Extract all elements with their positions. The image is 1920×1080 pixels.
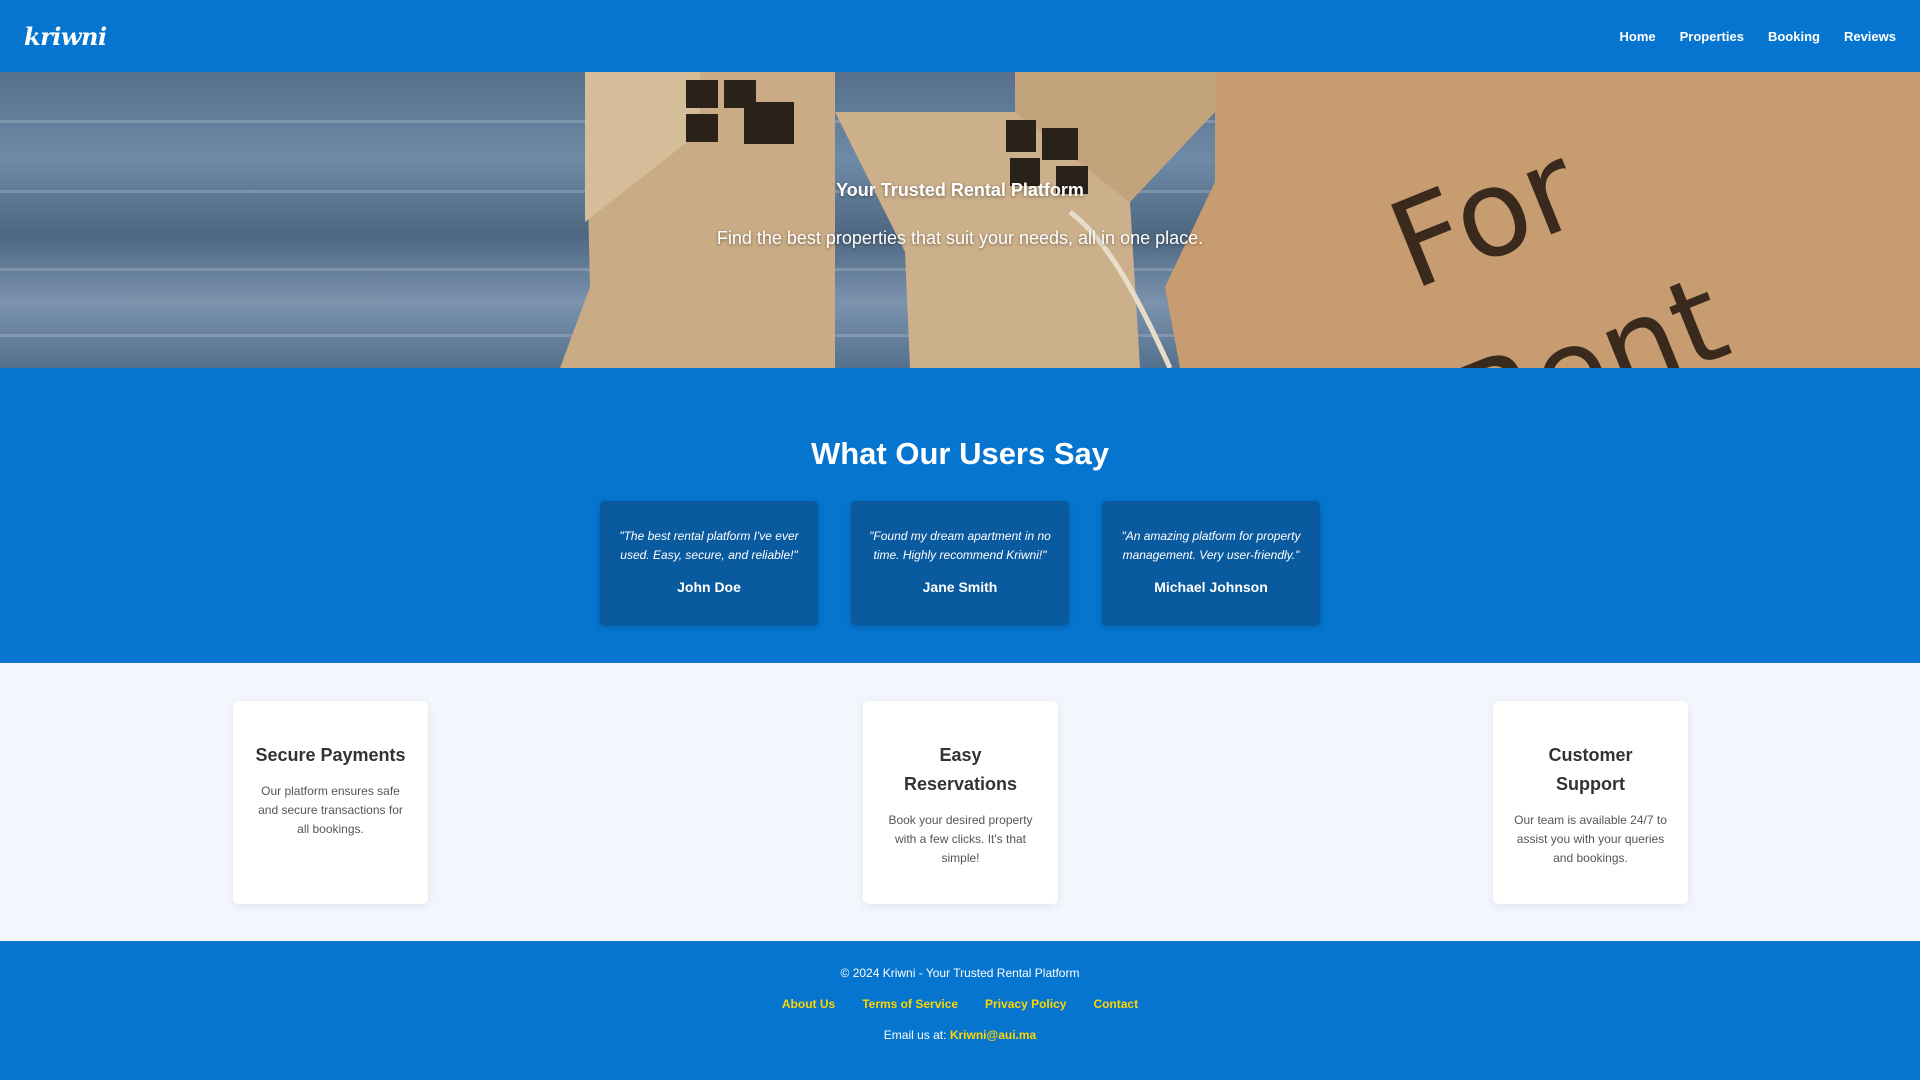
main-nav: Home Properties Booking Reviews <box>1620 29 1896 44</box>
feature-description: Our team is available 24/7 to assist you… <box>1514 813 1667 865</box>
testimonials-heading: What Our Users Say <box>810 436 1110 471</box>
nav-properties-link[interactable]: Properties <box>1680 29 1744 44</box>
feature-description: Our platform ensures safe and secure tra… <box>258 784 403 836</box>
testimonial-author: Jane Smith <box>922 579 998 595</box>
feature-card-secure-payments: Secure Payments Our platform ensures saf… <box>233 701 428 904</box>
hero-banner: For Rent Your Trusted Rental Platform Fi… <box>0 72 1920 368</box>
nav-reviews-link[interactable]: Reviews <box>1844 29 1896 44</box>
testimonials-section: What Our Users Say "The best rental plat… <box>0 368 1920 663</box>
footer-links: About Us Terms of Service Privacy Policy… <box>0 997 1920 1011</box>
testimonial-quote: "An amazing platform for property manage… <box>1121 529 1301 562</box>
email-link[interactable]: Kriwni@aui.ma <box>950 1028 1036 1042</box>
testimonial-author: Michael Johnson <box>1154 579 1268 595</box>
footer-contact-link[interactable]: Contact <box>1093 997 1138 1011</box>
feature-card-easy-reservations: Easy Reservations Book your desired prop… <box>863 701 1058 904</box>
footer-email-line: Email us at: Kriwni@aui.ma <box>0 1028 1920 1042</box>
site-header: kriwni Home Properties Booking Reviews <box>0 0 1920 72</box>
features-section: Secure Payments Our platform ensures saf… <box>0 663 1920 941</box>
testimonial-author: John Doe <box>677 579 741 595</box>
feature-description: Book your desired property with a few cl… <box>888 813 1033 865</box>
testimonial-quote: "The best rental platform I've ever used… <box>619 529 799 562</box>
hero-title: Your Trusted Rental Platform <box>836 180 1084 200</box>
feature-title: Secure Payments <box>255 745 406 765</box>
footer-terms-link[interactable]: Terms of Service <box>862 997 958 1011</box>
feature-title: Easy Reservations <box>903 745 1018 794</box>
testimonial-card: "The best rental platform I've ever used… <box>600 501 818 625</box>
copyright-text: © 2024 Kriwni - Your Trusted Rental Plat… <box>840 966 1080 980</box>
nav-home-link[interactable]: Home <box>1620 29 1656 44</box>
footer-privacy-link[interactable]: Privacy Policy <box>985 997 1066 1011</box>
testimonial-quote: "Found my dream apartment in no time. Hi… <box>869 529 1051 562</box>
nav-booking-link[interactable]: Booking <box>1768 29 1820 44</box>
testimonial-card: "An amazing platform for property manage… <box>1102 501 1320 625</box>
testimonial-card: "Found my dream apartment in no time. Hi… <box>851 501 1069 625</box>
site-footer: © 2024 Kriwni - Your Trusted Rental Plat… <box>0 941 1920 1080</box>
email-prefix: Email us at: <box>883 1028 947 1042</box>
hero-text-overlay: Your Trusted Rental Platform Find the be… <box>0 72 1920 368</box>
feature-card-customer-support: Customer Support Our team is available 2… <box>1493 701 1688 904</box>
footer-about-link[interactable]: About Us <box>782 997 835 1011</box>
testimonial-cards: "The best rental platform I've ever used… <box>0 501 1920 625</box>
hero-subtitle: Find the best properties that suit your … <box>716 228 1204 248</box>
feature-title: Customer Support <box>1548 745 1633 794</box>
logo[interactable]: kriwni <box>24 22 107 51</box>
